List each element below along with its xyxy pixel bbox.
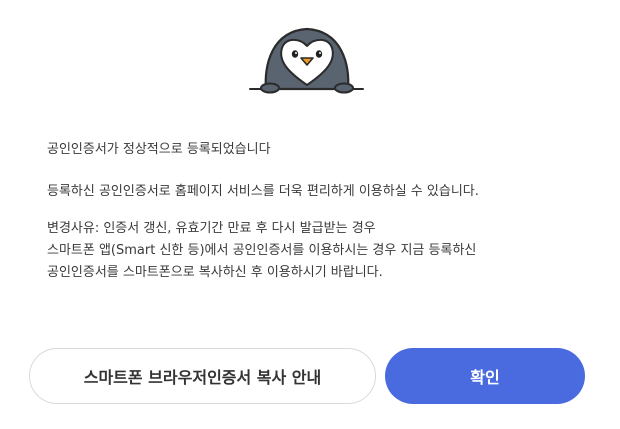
service-convenience-message: 등록하신 공인인증서로 홈페이지 서비스를 더욱 편리하게 이용하실 수 있습니… [47, 184, 479, 199]
change-reason-notice: 변경사유: 인증서 갱신, 유효기간 만료 후 다시 발급받는 경우 스마트폰 … [47, 218, 476, 284]
guide-button-label: 스마트폰 브라우저인증서 복사 안내 [83, 368, 322, 387]
smartphone-certificate-copy-guide-button[interactable]: 스마트폰 브라우저인증서 복사 안내 [29, 348, 376, 404]
confirm-button-label: 확인 [470, 368, 500, 387]
copy-certificate-line: 공인인증서를 스마트폰으로 복사하신 후 이용하시기 바랍니다. [47, 265, 383, 280]
penguin-mascot-icon [249, 27, 364, 94]
confirm-button[interactable]: 확인 [385, 348, 585, 404]
change-reason-line: 변경사유: 인증서 갱신, 유효기간 만료 후 다시 발급받는 경우 [47, 221, 376, 236]
smartphone-app-line: 스마트폰 앱(Smart 신한 등)에서 공인인증서를 이용하시는 경우 지금 … [47, 243, 477, 258]
registration-success-message: 공인인증서가 정상적으로 등록되었습니다 [47, 142, 271, 157]
